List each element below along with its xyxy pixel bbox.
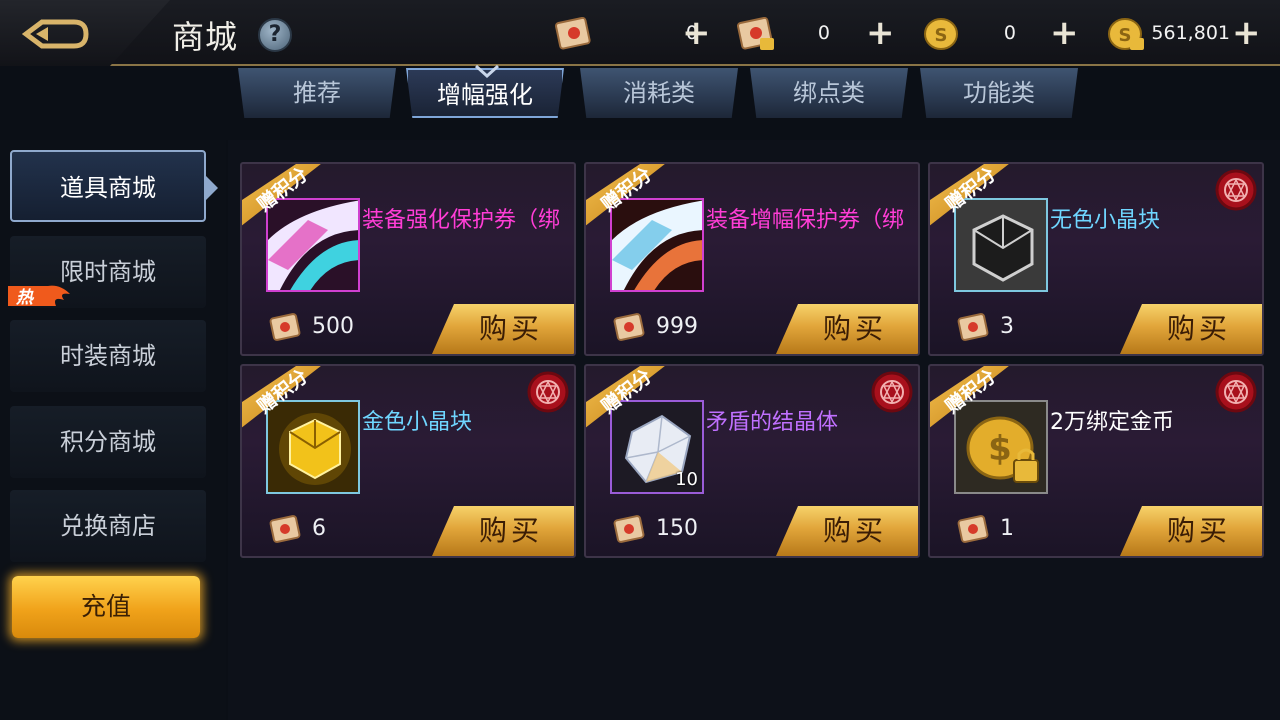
- sidebar-item-points-mall[interactable]: 积分商城: [10, 406, 206, 478]
- currency-bound-gold: S 561,801 +: [1104, 14, 1274, 54]
- bonus-points-ribbon: 赠积分: [586, 366, 665, 428]
- buy-button[interactable]: 购买: [432, 506, 574, 556]
- item-price: 3: [1000, 314, 1014, 339]
- sidebar-item-fashion-mall[interactable]: 时装商城: [10, 320, 206, 392]
- buy-button[interactable]: 购买: [432, 304, 574, 354]
- bonus-points-ribbon: 赠积分: [242, 366, 321, 428]
- bonus-points-ribbon: 赠积分: [586, 164, 665, 226]
- tab-consumables[interactable]: 消耗类: [580, 68, 738, 118]
- buy-button[interactable]: 购买: [1120, 506, 1262, 556]
- currency-points: 0 +: [552, 14, 722, 54]
- bonus-points-ribbon: 赠积分: [930, 366, 1009, 428]
- scroll-icon: [269, 515, 301, 543]
- bonus-points-ribbon: 赠积分: [242, 164, 321, 226]
- back-arrow-icon: [22, 19, 89, 49]
- currency-gold: S 0 +: [920, 14, 1090, 54]
- item-name: 装备增幅保护券（绑: [706, 208, 905, 232]
- page-title: 商城: [172, 18, 239, 56]
- add-points-button[interactable]: +: [682, 16, 711, 50]
- svg-text:S: S: [1119, 25, 1132, 46]
- currency-bound-gold-value: 561,801: [1151, 22, 1230, 44]
- item-name: 金色小晶块: [362, 410, 473, 434]
- item-card: 赠积分 无色小晶块 3 购买: [928, 162, 1264, 356]
- item-quantity: 10: [675, 469, 698, 490]
- svg-text:S: S: [935, 25, 948, 46]
- recharge-button[interactable]: 充值: [12, 576, 200, 638]
- buy-button[interactable]: 购买: [776, 304, 918, 354]
- coin-icon: S: [924, 18, 958, 50]
- add-bound-gold-button[interactable]: +: [1232, 16, 1261, 50]
- locked-coin-icon: S: [1108, 18, 1144, 50]
- item-price: 500: [312, 314, 354, 339]
- item-card: $ 赠积分 2万绑定金币 1 购买: [928, 364, 1264, 558]
- sidebar-active-arrow-icon: [204, 174, 218, 202]
- item-card: 赠积分 金色小晶块 6 购买: [240, 364, 576, 558]
- currency-gold-value: 0: [1003, 22, 1016, 44]
- item-name: 无色小晶块: [1050, 208, 1161, 232]
- item-name: 矛盾的结晶体: [706, 410, 839, 434]
- buy-button[interactable]: 购买: [776, 506, 918, 556]
- hot-badge-label: 热: [16, 288, 33, 308]
- add-gold-button[interactable]: +: [1050, 16, 1079, 50]
- scroll-icon: [957, 515, 989, 543]
- item-price: 150: [656, 516, 698, 541]
- add-bound-points-button[interactable]: +: [866, 16, 895, 50]
- scroll-icon: [957, 313, 989, 341]
- back-button[interactable]: [0, 0, 170, 66]
- tab-recommend[interactable]: 推荐: [238, 68, 396, 118]
- item-card: 赠积分 装备增幅保护券（绑 999 购买: [584, 162, 920, 356]
- locked-scroll-icon: [736, 16, 774, 50]
- item-card: 赠积分 装备强化保护券（绑 500 购买: [240, 162, 576, 356]
- currency-bound-points: 0 +: [734, 14, 904, 54]
- scroll-icon: [613, 515, 645, 543]
- top-bar: 商城 ? 0 + 0 + S 0 + S 561,801 +: [0, 0, 1280, 66]
- item-name: 装备强化保护券（绑: [362, 208, 561, 232]
- tab-bound-points[interactable]: 绑点类: [750, 68, 908, 118]
- item-price: 999: [656, 314, 698, 339]
- hot-badge: 热: [8, 282, 70, 308]
- item-name: 2万绑定金币: [1050, 410, 1174, 434]
- scroll-icon: [613, 313, 645, 341]
- scroll-icon: [269, 313, 301, 341]
- currency-bound-points-value: 0: [817, 22, 830, 44]
- scroll-icon: [554, 16, 591, 50]
- tab-functional[interactable]: 功能类: [920, 68, 1078, 118]
- item-card: 10 赠积分 矛盾的结晶体 150 购买: [584, 364, 920, 558]
- question-icon[interactable]: ?: [258, 18, 292, 52]
- bonus-points-ribbon: 赠积分: [930, 164, 1009, 226]
- item-price: 1: [1000, 516, 1014, 541]
- active-tab-indicator-icon: [474, 64, 500, 78]
- sidebar-item-item-mall[interactable]: 道具商城: [10, 150, 206, 222]
- item-price: 6: [312, 516, 326, 541]
- sidebar-item-exchange-shop[interactable]: 兑换商店: [10, 490, 206, 562]
- buy-button[interactable]: 购买: [1120, 304, 1262, 354]
